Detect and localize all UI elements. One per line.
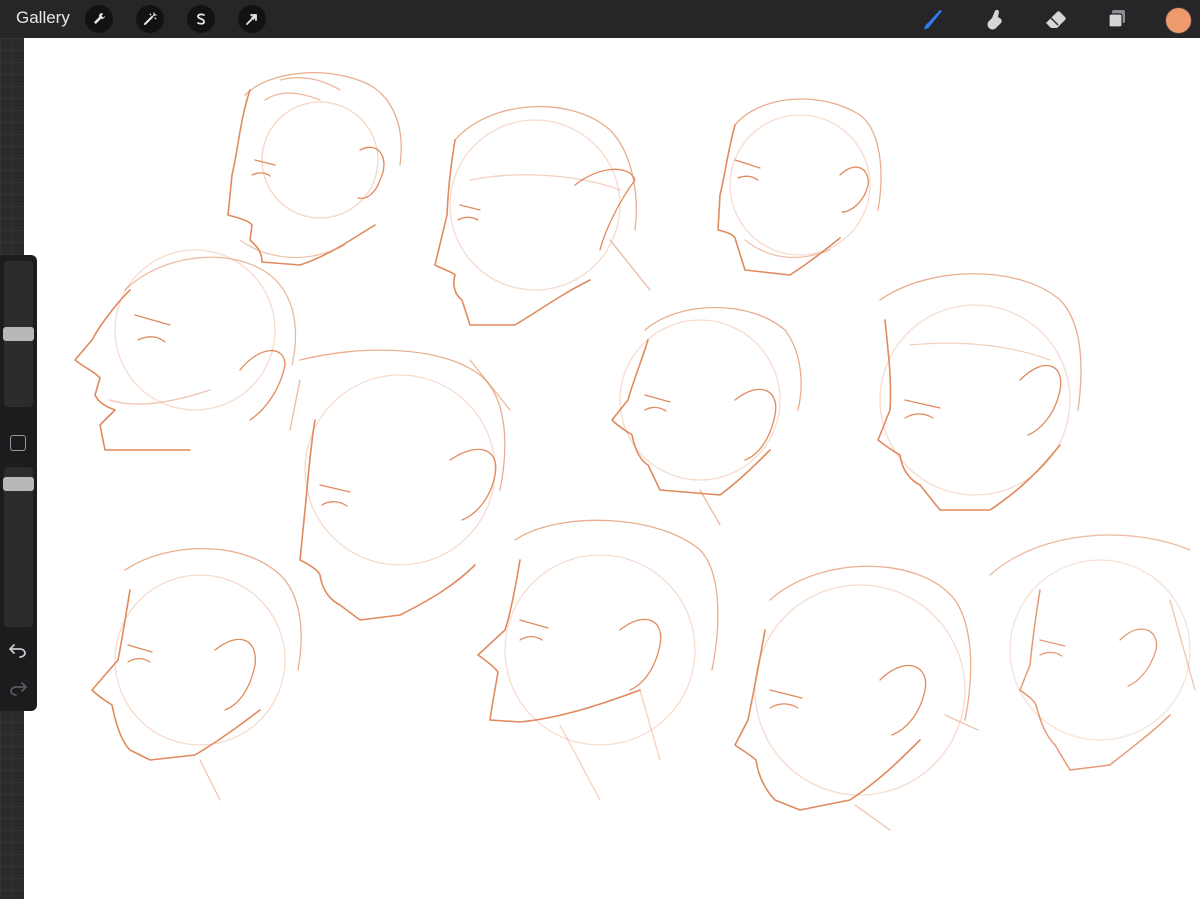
brush-size-thumb[interactable] (3, 327, 34, 341)
head-sketch (734, 565, 979, 831)
selection-s-icon[interactable] (187, 5, 215, 33)
arrow-cursor-icon[interactable] (238, 5, 266, 33)
gallery-button[interactable]: Gallery (16, 8, 70, 28)
head-sketch (289, 349, 511, 621)
top-toolbar: Gallery (0, 0, 1200, 38)
opacity-slider[interactable] (3, 467, 34, 627)
head-sketch (477, 519, 719, 801)
head-sketch (74, 249, 297, 451)
head-sketches (74, 72, 1196, 831)
smudge-icon[interactable] (980, 5, 1008, 33)
head-sketch (717, 98, 882, 276)
magic-wand-icon[interactable] (136, 5, 164, 33)
wrench-icon[interactable] (85, 5, 113, 33)
head-sketch (611, 306, 802, 526)
redo-arrow-icon[interactable] (8, 679, 28, 697)
head-sketch (989, 534, 1196, 771)
color-picker-button[interactable] (1165, 7, 1192, 34)
undo-arrow-icon[interactable] (8, 641, 28, 659)
head-sketch (877, 273, 1082, 511)
head-sketch (434, 105, 651, 326)
head-sketch (227, 72, 402, 266)
head-sketch (91, 548, 302, 801)
brush-size-slider[interactable] (3, 261, 34, 407)
eraser-icon[interactable] (1042, 5, 1070, 33)
square-icon[interactable] (10, 435, 26, 451)
drawing-canvas[interactable] (24, 38, 1200, 899)
brush-icon[interactable] (919, 5, 947, 33)
layers-icon[interactable] (1103, 5, 1131, 33)
opacity-thumb[interactable] (3, 477, 34, 491)
side-panel (0, 255, 37, 711)
